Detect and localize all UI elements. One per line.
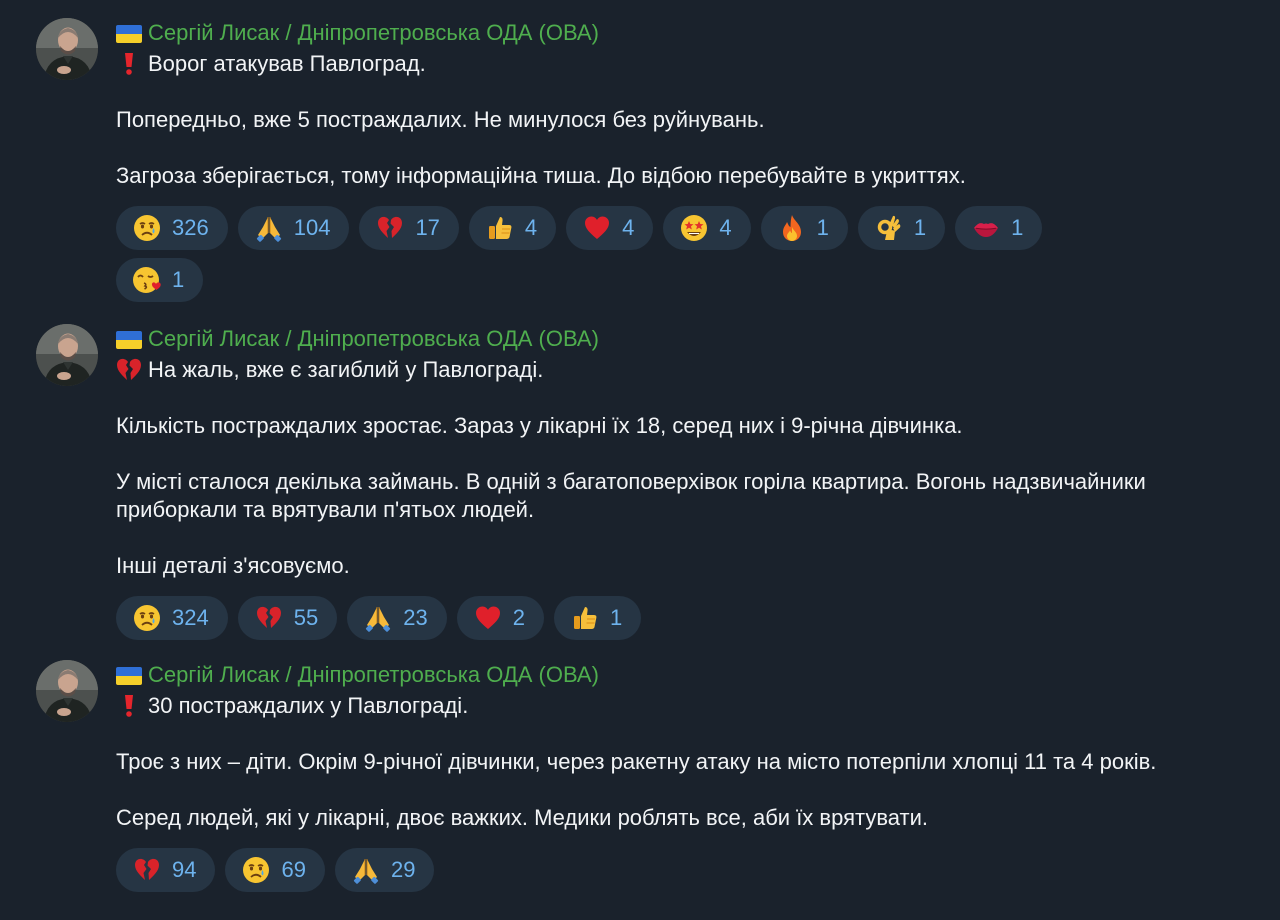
reaction-count: 1 [172,267,185,292]
message-paragraph: Троє з них – діти. Окрім 9-річної дівчин… [116,749,1157,774]
reaction-count: 1 [816,215,829,240]
message-first-line: 30 постраждалих у Павлограді. [116,692,1266,720]
message-content: Сергій Лисак / Дніпропетровська ОДА (ОВА… [116,660,1266,892]
reaction-chip[interactable]: 4 [468,206,557,250]
reaction-chip[interactable]: 55 [237,596,338,640]
author-name-text: Сергій Лисак / Дніпропетровська ОДА (ОВА… [148,662,599,687]
praying-hands-icon [363,603,393,633]
reactions-bar: 94 69 29 [116,848,1116,892]
message-paragraph: На жаль, вже є загиблий у Павлограді. [148,357,544,382]
broken-heart-icon [132,855,162,885]
praying-hands-icon [254,213,284,243]
ukraine-flag-icon [116,330,142,349]
message-paragraph: Загроза зберігається, тому інформаційна … [116,163,966,188]
message-content: Сергій Лисак / Дніпропетровська ОДА (ОВА… [116,18,1266,302]
reaction-chip[interactable]: 4 [566,206,654,250]
red-heart-icon [582,213,612,243]
reaction-chip[interactable]: 1 [857,206,946,250]
fire-icon [777,213,807,243]
message-paragraph: Кількість постраждалих зростає. Зараз у … [116,413,963,438]
reaction-chip[interactable]: 104 [237,206,350,250]
thumbs-up-icon [485,213,515,243]
reaction-count: 29 [390,857,416,882]
reaction-count: 23 [403,605,428,630]
reaction-chip[interactable]: 94 [116,848,216,892]
author-name[interactable]: Сергій Лисак / Дніпропетровська ОДА (ОВА… [116,18,1266,48]
author-avatar[interactable] [36,324,98,386]
broken-heart-icon [114,356,144,384]
reaction-count: 324 [172,605,209,630]
reaction-count: 17 [415,215,440,240]
ukraine-flag-icon [116,666,142,685]
message-first-line: На жаль, вже є загиблий у Павлограді. [116,356,1266,384]
reaction-count: 1 [913,215,927,240]
thumbs-up-icon [570,603,600,633]
exclamation-icon [114,50,144,78]
message-paragraph: Серед людей, які у лікарні, двоє важких.… [116,805,929,830]
reaction-chip[interactable]: 23 [347,596,447,640]
reaction-chip[interactable]: 4 [663,206,751,250]
author-name[interactable]: Сергій Лисак / Дніпропетровська ОДА (ОВА… [116,660,1266,690]
reaction-count: 2 [512,605,525,630]
author-name[interactable]: Сергій Лисак / Дніпропетровська ОДА (ОВА… [116,324,1266,354]
crying-face-icon [132,213,162,243]
reaction-chip[interactable]: 69 [225,848,325,892]
reaction-count: 4 [719,215,732,240]
reaction-chip[interactable]: 17 [359,206,459,250]
reaction-count: 1 [609,605,623,630]
reaction-count: 4 [622,215,635,240]
ukraine-flag-icon [116,24,142,43]
author-avatar[interactable] [36,18,98,80]
reaction-chip[interactable]: 1 [760,206,848,250]
reaction-chip[interactable]: 2 [456,596,544,640]
praying-hands-icon [351,855,381,885]
reaction-count: 69 [281,857,306,882]
exclamation-icon [114,692,144,720]
message-paragraph: Інші деталі з'ясовуємо. [116,553,350,578]
message-paragraph: Ворог атакував Павлоград. [148,51,426,76]
star-struck-icon [679,213,709,243]
reaction-count: 104 [293,215,331,240]
face-blowing-kiss-icon [132,265,162,295]
broken-heart-icon [375,213,405,243]
message-paragraph: У місті сталося декілька займань. В одні… [116,469,1152,522]
message-paragraph: Попередньо, вже 5 постраждалих. Не минул… [116,107,765,132]
ok-hand-icon [874,213,904,243]
reaction-chip[interactable]: 1 [116,258,204,302]
crying-face-icon [241,855,271,885]
reaction-chip[interactable]: 1 [553,596,642,640]
broken-heart-icon [254,603,284,633]
reactions-bar: 324 55 23 2 1 [116,596,1116,640]
reaction-count: 55 [293,605,319,630]
crying-face-icon [132,603,162,633]
reaction-chip[interactable]: 1 [955,206,1043,250]
message-paragraph: 30 постраждалих у Павлограді. [148,693,469,718]
author-name-text: Сергій Лисак / Дніпропетровська ОДА (ОВА… [148,326,599,351]
reaction-chip[interactable]: 324 [116,596,228,640]
red-heart-icon [473,603,503,633]
author-avatar[interactable] [36,660,98,722]
message-feed: Сергій Лисак / Дніпропетровська ОДА (ОВА… [0,0,1280,920]
reaction-chip[interactable]: 29 [334,848,435,892]
reaction-chip[interactable]: 326 [116,206,228,250]
reaction-count: 94 [172,857,197,882]
message-first-line: Ворог атакував Павлоград. [116,50,1266,78]
reactions-bar: 326 104 17 4 4 4 1 1 1 1 [116,206,1116,302]
author-name-text: Сергій Лисак / Дніпропетровська ОДА (ОВА… [148,20,599,45]
message-content: Сергій Лисак / Дніпропетровська ОДА (ОВА… [116,324,1266,640]
reaction-count: 4 [524,215,538,240]
reaction-count: 326 [172,215,209,240]
kiss-mark-icon [971,213,1001,243]
reaction-count: 1 [1011,215,1024,240]
